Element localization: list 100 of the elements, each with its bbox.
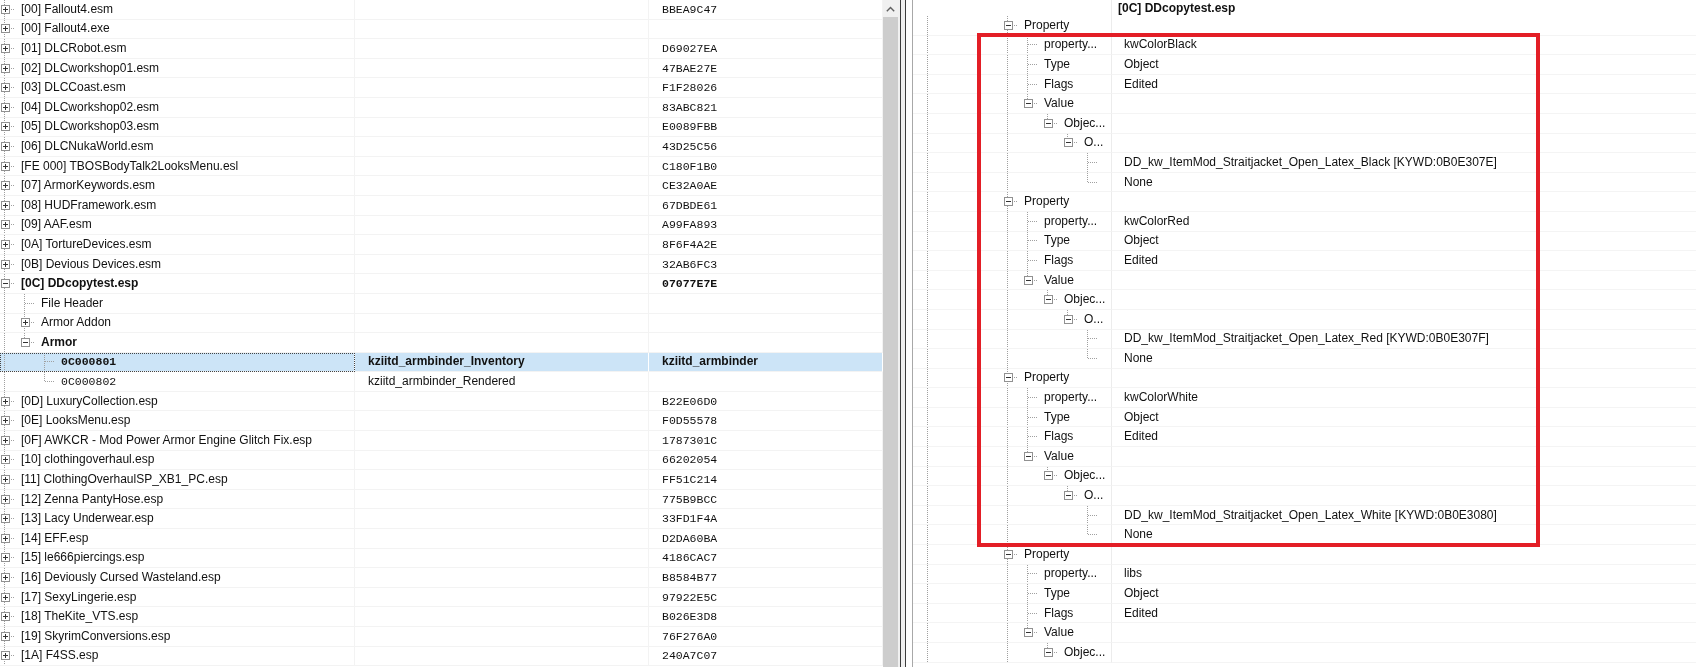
minus-square-icon[interactable] <box>1023 451 1033 461</box>
minus-square-icon[interactable] <box>1063 314 1073 324</box>
minus-square-icon[interactable] <box>1043 471 1053 481</box>
plus-square-icon[interactable] <box>0 435 10 445</box>
tree-row[interactable]: [0F] AWKCR - Mod Power Armor Engine Glitch Fix.esp 1787301C <box>0 431 883 451</box>
minus-square-icon[interactable] <box>1023 275 1033 285</box>
tree-row[interactable]: [0B] Devious Devices.esm 32AB6FC3 <box>0 254 883 275</box>
tree-row[interactable]: [0A] TortureDevices.esm 8F6F4A2E <box>0 235 883 255</box>
table-cell: A99FA893 <box>662 217 718 233</box>
plus-square-icon[interactable] <box>0 239 10 249</box>
tree-node-label: [17] SexyLingerie.esp <box>21 589 137 605</box>
tree-row[interactable]: [08] HUDFramework.esm 67DBDE61 <box>0 195 883 216</box>
plus-square-icon[interactable] <box>0 63 10 73</box>
plus-square-icon[interactable] <box>0 141 10 151</box>
plus-square-icon[interactable] <box>20 318 30 328</box>
plus-square-icon[interactable] <box>0 44 10 53</box>
tree-row[interactable]: File Header <box>0 293 883 314</box>
plus-square-icon[interactable] <box>0 514 10 524</box>
tree-row[interactable]: [FE 000] TBOSBodyTalk2LooksMenu.esl C180F1B0 <box>0 156 883 177</box>
tree-row[interactable]: [06] DLCNukaWorld.esm 43D25C56 <box>0 137 883 157</box>
tree-node-label: Property <box>1024 17 1070 33</box>
tree-row[interactable]: Armor <box>0 333 883 353</box>
table-cell: 32AB6FC3 <box>662 256 718 272</box>
tree-row[interactable]: [0E] LooksMenu.esp F0D55578 <box>0 411 883 432</box>
minus-square-icon[interactable] <box>0 279 10 289</box>
splitter-bar[interactable] <box>898 0 913 667</box>
plus-square-icon[interactable] <box>0 612 10 622</box>
minus-square-icon[interactable] <box>1063 138 1073 148</box>
minus-square-icon[interactable] <box>1023 99 1033 109</box>
plus-square-icon[interactable] <box>0 200 10 210</box>
plus-square-icon[interactable] <box>0 259 10 269</box>
plus-square-icon[interactable] <box>0 83 10 93</box>
field-value: Edited <box>1124 252 1159 268</box>
tree-row[interactable]: [17] SexyLingerie.esp 97922E5C <box>0 587 883 608</box>
tree-node-label: [16] Deviously Cursed Wasteland.esp <box>21 570 221 585</box>
plus-square-icon[interactable] <box>0 161 10 171</box>
plus-square-icon[interactable] <box>0 475 10 485</box>
plus-square-icon[interactable] <box>0 494 10 504</box>
tree-row[interactable]: [09] AAF.esm A99FA893 <box>0 215 883 236</box>
tree-row[interactable]: [1A] F4SS.esp 240A7C07 <box>0 646 883 667</box>
tree-node-label: Objec... <box>1064 115 1106 131</box>
tree-node-label: [09] AAF.esm <box>21 217 92 233</box>
tree-row[interactable]: [13] Lacy Underwear.esp 33FD1F4A <box>0 509 883 530</box>
plus-square-icon[interactable] <box>0 416 10 426</box>
tree-row[interactable]: [12] Zenna PantyHose.esp 775B9BCC <box>0 489 883 510</box>
tree-row[interactable]: [15] le666piercings.esp 4186CAC7 <box>0 548 883 569</box>
plus-square-icon[interactable] <box>0 573 10 582</box>
minus-square-icon[interactable] <box>1003 197 1013 207</box>
plus-square-icon[interactable] <box>0 553 10 563</box>
tree-row[interactable]: [03] DLCCoast.esm F1F28026 <box>0 78 883 98</box>
plus-square-icon[interactable] <box>0 533 10 543</box>
minus-square-icon[interactable] <box>1003 373 1013 383</box>
tree-row[interactable]: [05] DLCworkshop03.esm E0089FBB <box>0 117 883 138</box>
tree-row[interactable]: [07] ArmorKeywords.esm CE32A0AE <box>0 176 883 196</box>
plus-square-icon[interactable] <box>0 631 10 641</box>
tree-node-label: [11] ClothingOverhaulSP_XB1_PC.esp <box>21 472 228 488</box>
plus-square-icon[interactable] <box>0 24 10 34</box>
tree-row[interactable]: [18] TheKite_VTS.esp B026E3D8 <box>0 607 883 627</box>
plus-square-icon[interactable] <box>0 455 10 465</box>
minus-square-icon[interactable] <box>20 337 30 347</box>
field-value: Object <box>1124 57 1159 72</box>
minus-square-icon[interactable] <box>1003 20 1013 30</box>
minus-square-icon[interactable] <box>1043 295 1053 305</box>
field-value: None <box>1124 174 1153 190</box>
tree-row[interactable]: [00] Fallout4.esm BBEA9C47 <box>0 0 883 20</box>
minus-square-icon[interactable] <box>1003 549 1013 559</box>
table-cell: D69027EA <box>662 41 718 56</box>
plus-square-icon[interactable] <box>0 651 10 661</box>
tree-node-label: [00] Fallout4.exe <box>21 21 110 37</box>
tree-row[interactable]: [19] SkyrimConversions.esp 76F276A0 <box>0 627 883 647</box>
tree-row[interactable]: [02] DLCworkshop01.esm 47BAE27E <box>0 58 883 79</box>
tree-node-label: Armor <box>41 334 77 350</box>
field-value: None <box>1124 527 1153 543</box>
tree-row[interactable]: 0C000801 kziitd_armbinder_Inventory kziitd_armbinder <box>0 352 883 373</box>
tree-row[interactable]: [10] clothingoverhaul.esp 66202054 <box>0 450 883 471</box>
tree-row[interactable]: 0C000802 kziitd_armbinder_Rendered <box>0 372 883 392</box>
tree-row[interactable]: [00] Fallout4.exe <box>0 19 883 40</box>
plus-square-icon[interactable] <box>0 102 10 112</box>
plus-square-icon[interactable] <box>0 4 10 14</box>
tree-row[interactable]: [04] DLCworkshop02.esm 83ABC821 <box>0 97 883 118</box>
tree-row[interactable]: Armor Addon <box>0 313 883 334</box>
tree-row[interactable]: [0D] LuxuryCollection.esp B22E06D0 <box>0 391 883 412</box>
tree-row[interactable]: [11] ClothingOverhaulSP_XB1_PC.esp FF51C214 <box>0 470 883 490</box>
tree-node-label: O... <box>1084 311 1104 327</box>
tree-node-label: Value <box>1044 625 1074 641</box>
plus-square-icon[interactable] <box>0 592 10 602</box>
tree-row[interactable]: [0C] DDcopytest.esp 07077E7E <box>0 274 883 294</box>
plus-square-icon[interactable] <box>0 396 10 406</box>
minus-square-icon[interactable] <box>1043 118 1053 128</box>
minus-square-icon[interactable] <box>1063 491 1073 501</box>
tree-row[interactable]: [01] DLCRobot.esm D69027EA <box>0 39 883 59</box>
field-label: Type <box>1044 57 1070 72</box>
minus-square-icon[interactable] <box>1043 647 1053 657</box>
plus-square-icon[interactable] <box>0 220 10 230</box>
plus-square-icon[interactable] <box>0 122 10 132</box>
field-label: Flags <box>1044 76 1074 92</box>
tree-row[interactable]: [14] EFF.esp D2DA60BA <box>0 529 883 549</box>
minus-square-icon[interactable] <box>1023 628 1033 638</box>
plus-square-icon[interactable] <box>0 181 10 191</box>
tree-row[interactable]: [16] Deviously Cursed Wasteland.esp B8584B77 <box>0 568 883 588</box>
